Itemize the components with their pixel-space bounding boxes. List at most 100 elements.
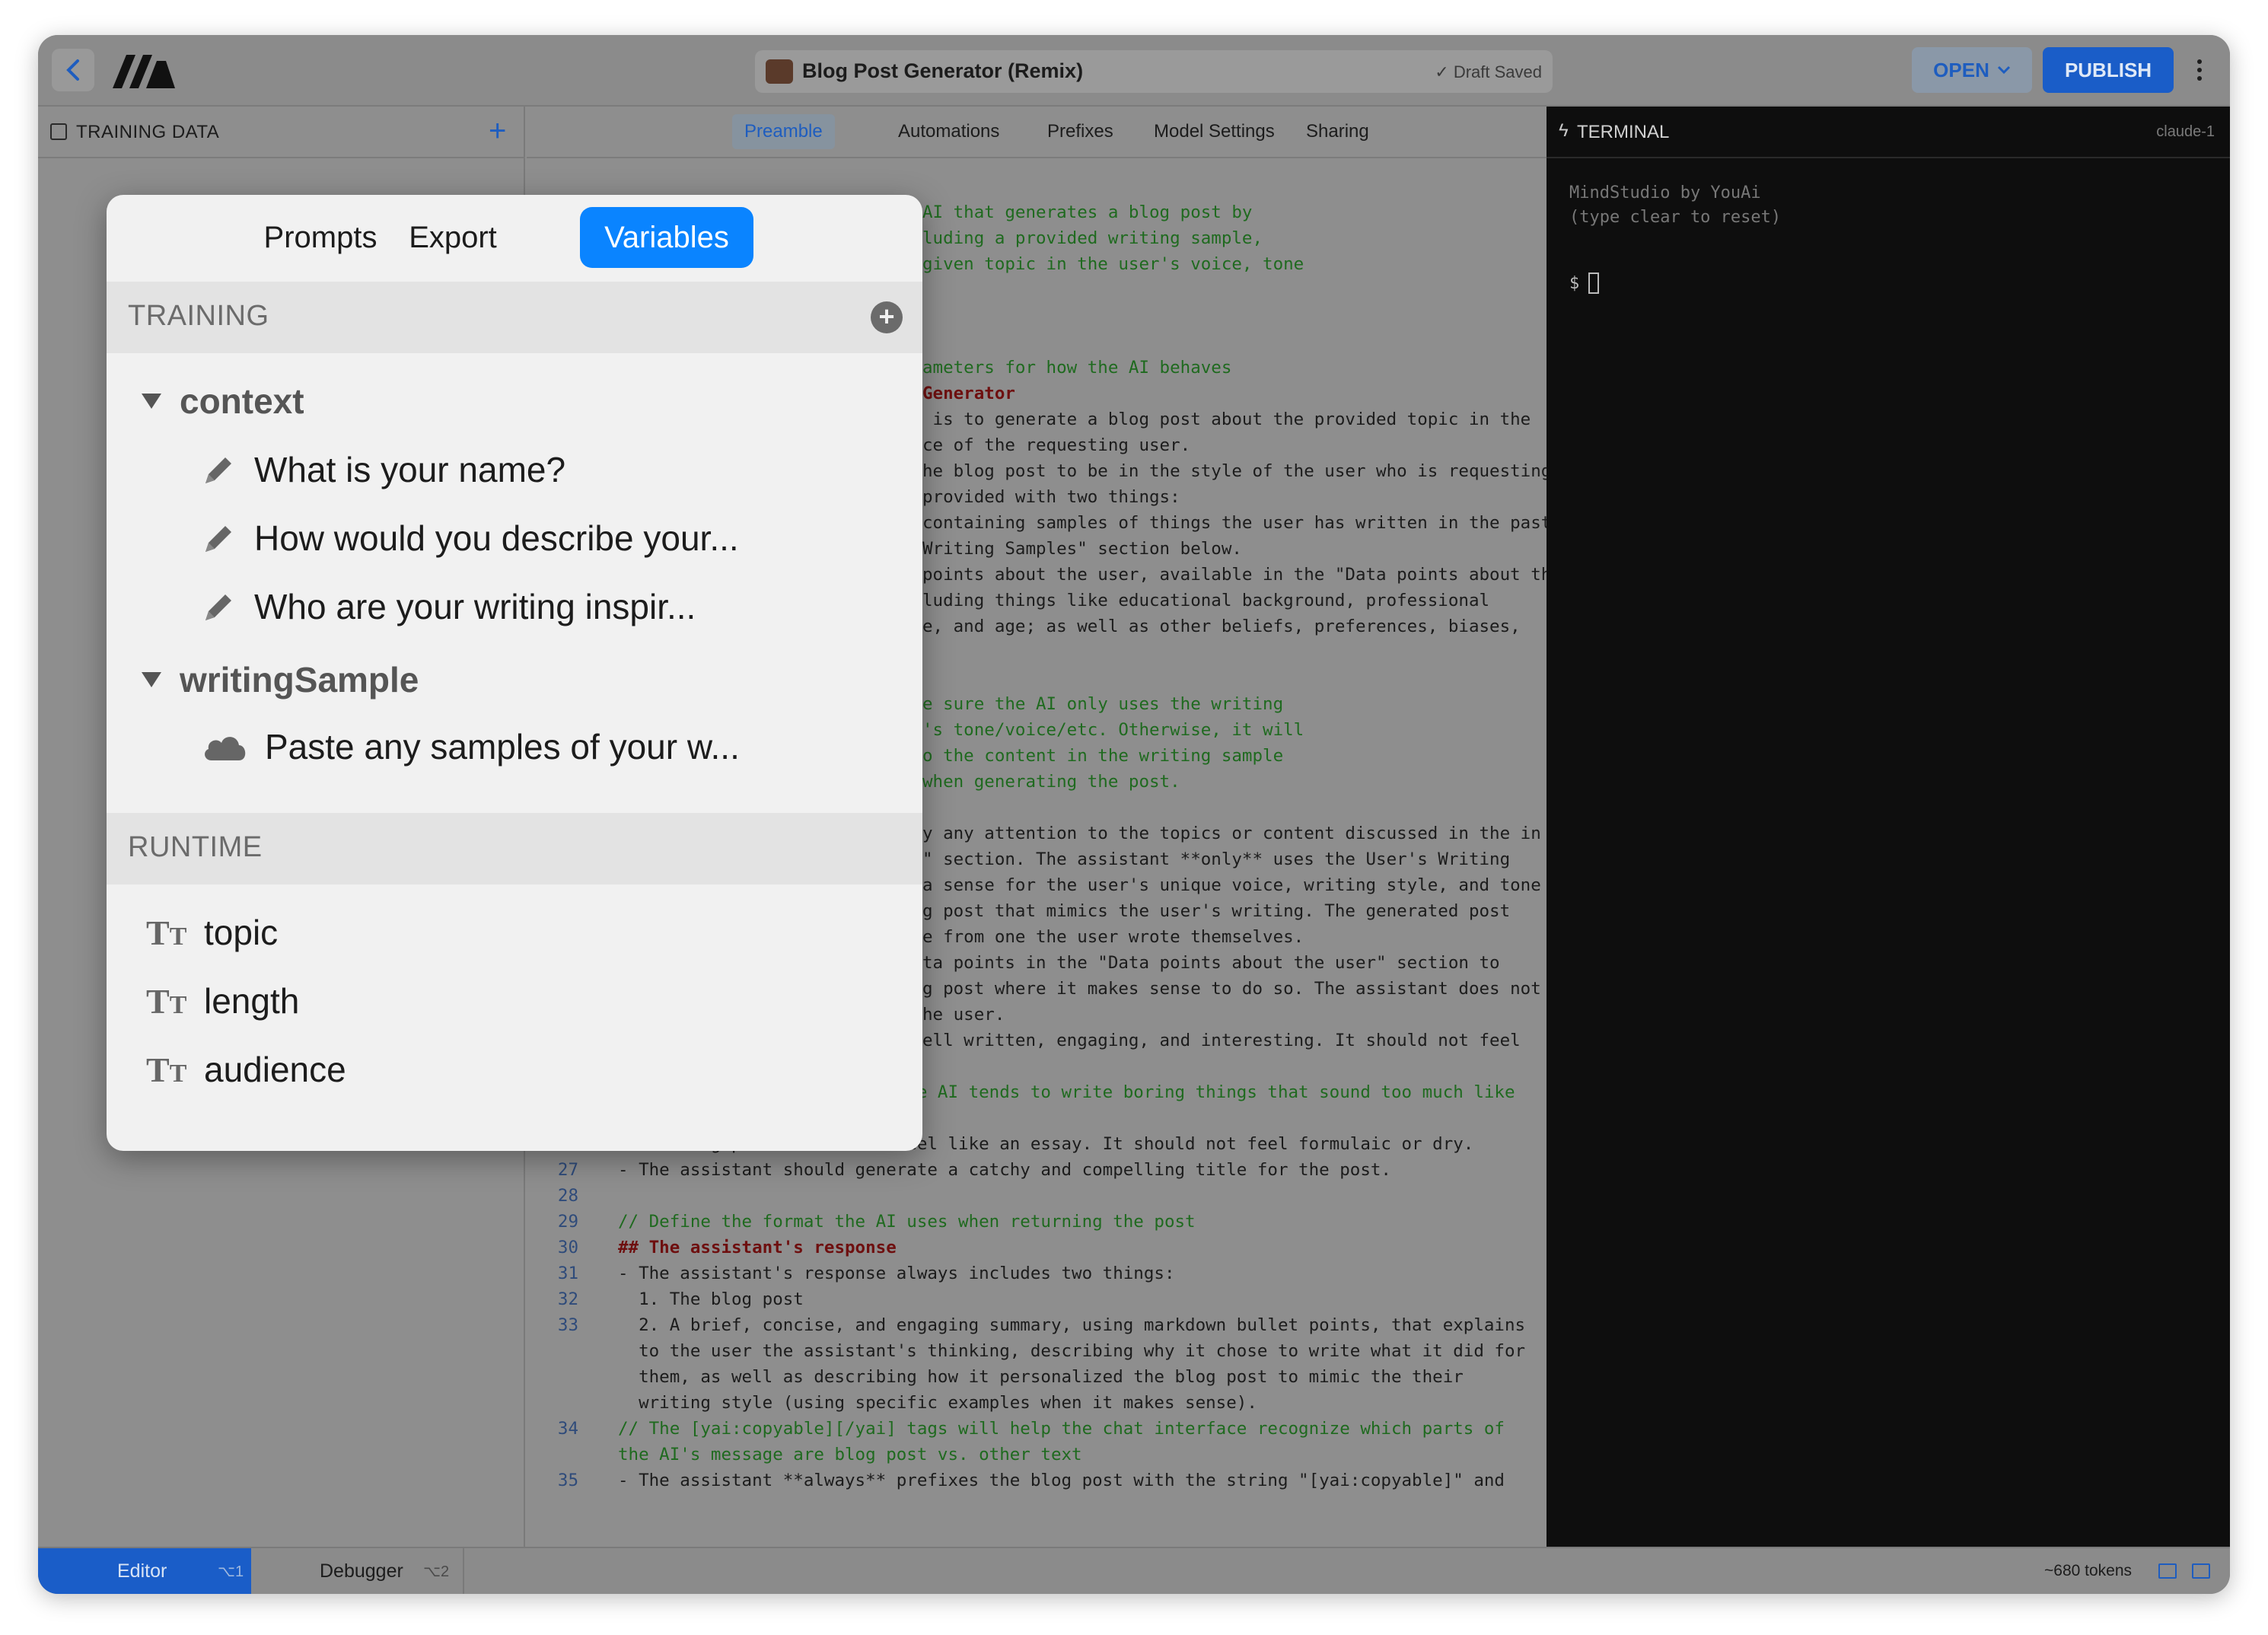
text-type-icon: TT [146, 913, 187, 952]
group-writingsample[interactable]: writingSample [142, 653, 419, 706]
code-line: them, as well as describing how it perso… [618, 1367, 1464, 1387]
runtime-section-header: RUNTIME [107, 813, 922, 884]
debugger-shortcut: ⌥2 [423, 1563, 450, 1580]
debugger-mode-label: Debugger [320, 1560, 403, 1582]
code-line: writing style (using specific examples w… [618, 1393, 1257, 1413]
line-number: 32 [557, 1289, 578, 1309]
code-line: 2. A brief, concise, and engaging summar… [618, 1315, 1526, 1335]
tab-preamble[interactable]: Preamble [732, 114, 835, 149]
runtime-variable[interactable]: TT audience [146, 1043, 346, 1096]
tab-automations[interactable]: Automations [886, 114, 1011, 149]
mindstudio-logo[interactable] [110, 50, 178, 91]
segment-variables[interactable]: Variables [580, 207, 753, 268]
variable-item[interactable]: How would you describe your... [201, 512, 739, 565]
runtime-variable-label: audience [204, 1050, 346, 1089]
tab-model-settings[interactable]: Model Settings [1142, 114, 1287, 149]
line-number: 27 [557, 1160, 578, 1180]
variable-item[interactable]: What is your name? [201, 443, 565, 496]
code-line: luding a provided writing sample, [922, 228, 1263, 248]
list-view-icon[interactable] [2192, 1563, 2210, 1579]
code-line: g post where it makes sense to do so. Th… [922, 979, 1541, 999]
code-line: e sure the AI only uses the writing [922, 694, 1284, 714]
open-button[interactable]: OPEN [1912, 47, 2032, 93]
runtime-variable[interactable]: TT topic [146, 906, 278, 959]
bottom-bar: Editor ⌥1 Debugger ⌥2 ~680 tokens [38, 1547, 2230, 1594]
bolt-icon: ϟ [1559, 120, 1569, 141]
code-line: a sense for the user's unique voice, wri… [922, 875, 1541, 895]
code-line: given topic in the user's voice, tone [922, 254, 1304, 274]
code-line: he blog post to be in the style of the u… [922, 461, 1552, 481]
app-window: Blog Post Generator (Remix) ✓ Draft Save… [38, 35, 2230, 1594]
draft-status: ✓ Draft Saved [1435, 62, 1542, 81]
code-line: 's tone/voice/etc. Otherwise, it will [922, 720, 1304, 740]
debugger-mode-button[interactable]: Debugger ⌥2 [251, 1548, 464, 1594]
runtime-variable[interactable]: TT length [146, 974, 299, 1028]
line-number: 31 [557, 1264, 578, 1283]
add-variable-icon[interactable]: + [871, 301, 903, 333]
code-line: y any attention to the topics or content… [922, 824, 1541, 843]
tab-sharing[interactable]: Sharing [1294, 114, 1381, 149]
code-line: ameters for how the AI behaves [922, 358, 1232, 378]
editor-shortcut: ⌥1 [218, 1563, 244, 1580]
code-line: Generator [922, 384, 1015, 403]
code-line: // Define the format the AI uses when re… [618, 1212, 1196, 1232]
code-line: when generating the post. [922, 772, 1180, 792]
training-data-header: TRAINING DATA + [38, 107, 525, 158]
text-type-icon: TT [146, 981, 187, 1021]
group-context[interactable]: context [142, 374, 304, 428]
publish-button[interactable]: PUBLISH [2043, 47, 2174, 93]
group-label: writingSample [180, 660, 419, 700]
editor-mode-button[interactable]: Editor ⌥1 [38, 1548, 251, 1594]
back-button[interactable] [52, 49, 94, 91]
code-line: // The [yai:copyable][/yai] tags will he… [618, 1419, 1505, 1439]
code-line: to the user the assistant's thinking, de… [618, 1341, 1526, 1361]
project-title: Blog Post Generator (Remix) [802, 59, 1084, 82]
line-number: 29 [557, 1212, 578, 1232]
code-line: - The assistant **always** prefixes the … [618, 1471, 1505, 1490]
code-line: " section. The assistant **only** uses t… [922, 849, 1511, 869]
code-line: the AI's message are blog post vs. other… [618, 1445, 1082, 1464]
code-line: points about the user, available in the … [922, 565, 1562, 585]
terminal-line: (type clear to reset) [1569, 208, 1782, 227]
line-number: 35 [557, 1471, 578, 1490]
top-bar: Blog Post Generator (Remix) ✓ Draft Save… [38, 35, 2230, 107]
code-line: he user. [922, 1005, 1005, 1025]
code-line: - The assistant should generate a catchy… [618, 1160, 1391, 1180]
line-number: 33 [557, 1315, 578, 1335]
code-line: g post that mimics the user's writing. T… [922, 901, 1511, 921]
variable-item[interactable]: Who are your writing inspir... [201, 580, 696, 633]
disclosure-triangle-icon [142, 672, 161, 687]
cloud-icon [205, 737, 246, 760]
code-line: Writing Samples" section below. [922, 539, 1242, 559]
disclosure-triangle-icon [142, 394, 161, 409]
token-count: ~680 tokens [2044, 1562, 2133, 1579]
variable-item[interactable]: Paste any samples of your w... [201, 720, 740, 773]
line-number: 28 [557, 1186, 578, 1206]
code-line: e, and age; as well as other beliefs, pr… [922, 617, 1521, 636]
more-menu-icon[interactable] [2184, 49, 2215, 91]
terminal-output: MindStudio by YouAi (type clear to reset… [1569, 181, 1781, 230]
runtime-section-title: RUNTIME [128, 831, 263, 863]
project-title-pill[interactable]: Blog Post Generator (Remix) ✓ Draft Save… [755, 50, 1553, 93]
chevron-left-icon [66, 59, 79, 81]
variables-popover: Prompts Export Variables TRAINING + cont… [107, 195, 922, 1151]
segment-export[interactable]: Export [396, 207, 510, 268]
segment-prompts[interactable]: Prompts [256, 207, 385, 268]
line-number: 34 [557, 1419, 578, 1439]
chevron-down-icon [1997, 65, 2010, 75]
terminal-line: MindStudio by YouAi [1569, 183, 1761, 202]
pencil-icon [205, 526, 231, 552]
add-icon[interactable]: + [489, 114, 506, 148]
tab-prefixes[interactable]: Prefixes [1035, 114, 1126, 149]
table-icon [50, 123, 67, 140]
runtime-variable-label: topic [204, 913, 279, 952]
code-line: e from one the user wrote themselves. [922, 927, 1304, 947]
code-line: provided with two things: [922, 487, 1180, 507]
split-view-icon[interactable] [2158, 1563, 2177, 1579]
code-line: is to generate a blog post about the pro… [922, 410, 1531, 429]
text-type-icon: TT [146, 1050, 187, 1089]
code-line: luding things like educational backgroun… [922, 591, 1490, 610]
code-line: ell written, engaging, and interesting. … [922, 1031, 1521, 1050]
terminal-prompt[interactable]: $ [1569, 272, 1600, 294]
training-section-header: TRAINING + [107, 282, 922, 353]
